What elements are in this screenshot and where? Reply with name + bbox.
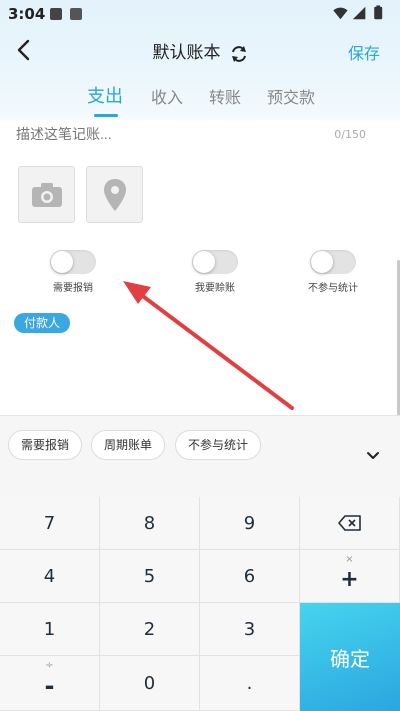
chip-exclude-stats[interactable]: 不参与统计 <box>175 430 262 460</box>
plus-label: + <box>340 566 359 592</box>
divide-label: ÷ <box>45 660 54 671</box>
tab-transfer[interactable]: 转账 <box>209 84 241 108</box>
key-7[interactable]: 7 <box>0 497 100 550</box>
toggle-reimburse: 需要报销 <box>33 250 113 294</box>
page-title: 默认账本 <box>152 43 221 63</box>
backspace-key[interactable] <box>300 497 400 550</box>
key-4[interactable]: 4 <box>0 550 100 603</box>
camera-icon <box>31 182 62 207</box>
tab-prepayment[interactable]: 预交款 <box>267 84 315 108</box>
wifi-icon <box>333 7 348 20</box>
description-counter: 0/150 <box>334 128 366 141</box>
chevron-down-icon <box>367 452 379 459</box>
image-notification-icon <box>50 8 62 20</box>
active-tab-indicator <box>94 114 118 117</box>
location-pin-icon <box>103 178 126 211</box>
description-input[interactable] <box>16 126 316 142</box>
credit-switch[interactable] <box>192 250 238 274</box>
chip-reimburse[interactable]: 需要报销 <box>8 430 83 460</box>
toggle-label: 不参与统计 <box>308 283 358 294</box>
exclude-stats-switch[interactable] <box>310 250 356 274</box>
minus-label: - <box>44 672 55 700</box>
multiply-label: × <box>345 554 354 565</box>
nav-bar: 默认账本 保存 <box>0 28 400 72</box>
reimburse-switch[interactable] <box>50 250 96 274</box>
status-time: 3:04 <box>8 5 46 23</box>
key-0[interactable]: 0 <box>100 656 200 711</box>
key-3[interactable]: 3 <box>200 603 300 656</box>
add-photo-button[interactable] <box>18 166 75 223</box>
status-bar: 3:04 <box>0 0 400 28</box>
toggle-exclude-stats: 不参与统计 <box>293 250 373 294</box>
tab-expense[interactable]: 支出 <box>87 82 123 108</box>
minus-divide-key[interactable]: ÷ - <box>0 656 100 711</box>
signal-icon <box>352 6 366 20</box>
tab-income[interactable]: 收入 <box>151 84 183 108</box>
collapse-keypad-button[interactable] <box>364 446 382 464</box>
key-5[interactable]: 5 <box>100 550 200 603</box>
status-icons <box>333 5 383 20</box>
type-tabs: 支出 收入 转账 预交款 <box>0 84 400 120</box>
key-decimal[interactable]: . <box>200 656 300 711</box>
quick-options-bar: 需要报销 周期账单 不参与统计 <box>0 415 400 497</box>
toggle-credit: 我要赊账 <box>175 250 255 294</box>
key-8[interactable]: 8 <box>100 497 200 550</box>
app-notification-icon <box>70 8 82 20</box>
toggle-label: 需要报销 <box>53 283 93 294</box>
plus-multiply-key[interactable]: × + <box>300 550 400 603</box>
add-location-button[interactable] <box>86 166 143 223</box>
payer-tag[interactable]: 付款人 <box>14 313 71 333</box>
backspace-icon <box>337 515 361 531</box>
save-button[interactable]: 保存 <box>348 40 380 64</box>
chip-recurring[interactable]: 周期账单 <box>91 430 166 460</box>
swap-icon <box>231 45 246 62</box>
key-9[interactable]: 9 <box>200 497 300 550</box>
key-6[interactable]: 6 <box>200 550 300 603</box>
key-2[interactable]: 2 <box>100 603 200 656</box>
toggle-label: 我要赊账 <box>195 283 235 294</box>
ledger-selector[interactable]: 默认账本 <box>0 38 400 63</box>
key-1[interactable]: 1 <box>0 603 100 656</box>
number-keypad: 7 8 9 4 5 6 × + 1 2 3 ÷ - 0 . 确定 <box>0 497 400 711</box>
confirm-button[interactable]: 确定 <box>300 603 400 711</box>
battery-icon <box>374 6 383 20</box>
form-area: 0/150 需要报销 我要赊账 不参与统计 付款人 <box>0 120 400 415</box>
